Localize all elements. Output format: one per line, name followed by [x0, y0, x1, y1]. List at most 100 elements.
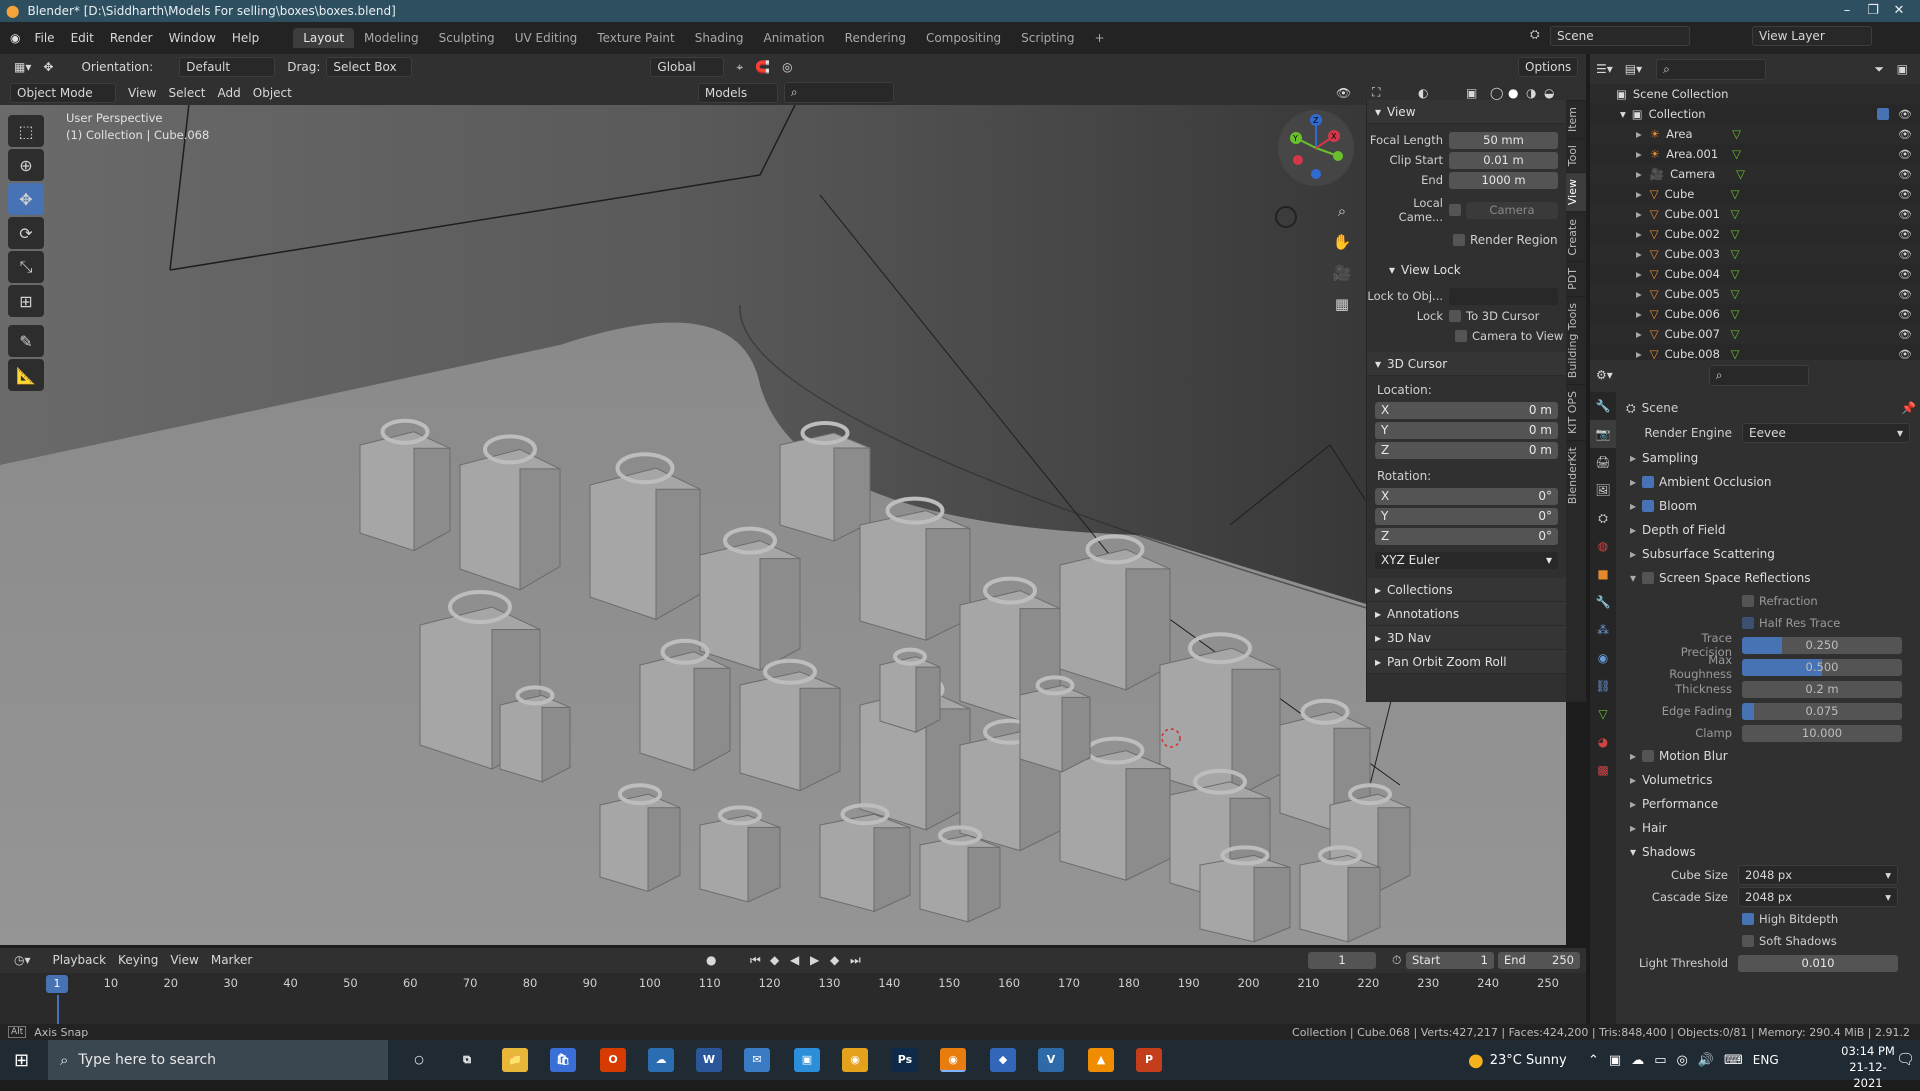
overlay-toggle-icon[interactable]: ◐: [1412, 84, 1434, 102]
pin-icon[interactable]: 📌: [1901, 401, 1916, 415]
scene-selector[interactable]: Scene: [1550, 26, 1690, 46]
photoshop-icon[interactable]: Ps: [892, 1048, 918, 1072]
eye-icon[interactable]: 👁: [1898, 128, 1912, 141]
editor-type-icon[interactable]: ▦▾: [8, 58, 37, 76]
tray-chevron-icon[interactable]: ⌃: [1588, 1053, 1599, 1068]
expand-arrow-icon[interactable]: ▸: [1636, 247, 1642, 261]
render-section-header[interactable]: ▸ Hair: [1626, 816, 1916, 840]
mail-icon[interactable]: ✉: [744, 1048, 770, 1072]
cursor-location-z[interactable]: Z0 m: [1375, 441, 1558, 459]
expand-arrow-icon[interactable]: ▸: [1636, 347, 1642, 361]
expand-arrow-icon[interactable]: ▸: [1636, 267, 1642, 281]
outliner-item[interactable]: ▸ ▽ Cube.001 ▽ 👁: [1590, 204, 1920, 224]
tab-shading[interactable]: Shading: [685, 28, 754, 48]
menu-view[interactable]: View: [122, 84, 162, 102]
menu-window[interactable]: Window: [161, 31, 224, 45]
record-icon[interactable]: ●: [700, 951, 722, 969]
transform-tool-icon[interactable]: ✥: [37, 58, 59, 76]
add-workspace-icon[interactable]: +: [1085, 28, 1115, 48]
outliner-item[interactable]: ▸ ▽ Cube.002 ▽ 👁: [1590, 224, 1920, 244]
tool-props-icon[interactable]: 🔧: [1590, 392, 1616, 420]
view-lock-header[interactable]: ▾ View Lock: [1367, 260, 1566, 280]
proportional-edit-icon[interactable]: ◎: [776, 58, 798, 76]
models-dropdown[interactable]: Models: [697, 82, 778, 103]
menu-file[interactable]: File: [26, 31, 62, 45]
properties-type-icon[interactable]: ⚙▾: [1590, 366, 1619, 384]
tab-rendering[interactable]: Rendering: [835, 28, 916, 48]
clip-end-field[interactable]: 1000 m: [1449, 171, 1558, 189]
render-section-header[interactable]: ▸ Subsurface Scattering: [1626, 542, 1916, 566]
battery-icon[interactable]: ▭: [1654, 1053, 1666, 1068]
weather-widget[interactable]: ● 23°C Sunny: [1468, 1040, 1567, 1080]
network-icon[interactable]: ◎: [1677, 1053, 1688, 1068]
refraction-checkbox[interactable]: [1742, 595, 1754, 607]
menu-help[interactable]: Help: [224, 31, 267, 45]
tab-compositing[interactable]: Compositing: [916, 28, 1011, 48]
expand-arrow-icon[interactable]: ▸: [1636, 187, 1642, 201]
task-view-icon[interactable]: ⧉: [454, 1048, 480, 1072]
tab-pdt[interactable]: PDT: [1566, 261, 1586, 296]
render-section-header[interactable]: ▸ Bloom: [1626, 494, 1916, 518]
eye-icon[interactable]: 👁: [1898, 328, 1912, 341]
3d-cursor-panel-header[interactable]: ▾ 3D Cursor: [1367, 352, 1566, 376]
ssr-slider[interactable]: 0.075: [1742, 702, 1902, 720]
tab-building-tools[interactable]: Building Tools: [1566, 295, 1586, 385]
taskbar-search-input[interactable]: ⌕ Type here to search: [48, 1040, 388, 1080]
tray-app-icon[interactable]: ▣: [1609, 1053, 1621, 1068]
tab-scripting[interactable]: Scripting: [1011, 28, 1084, 48]
section-checkbox[interactable]: [1642, 750, 1655, 762]
ssr-slider[interactable]: 0.500: [1742, 658, 1902, 676]
timeline-area[interactable]: [0, 995, 1586, 1024]
zoom-icon[interactable]: ⌕: [1331, 196, 1353, 227]
view-layer-props-icon[interactable]: 🖼: [1590, 476, 1616, 504]
vlc-icon[interactable]: ▲: [1088, 1048, 1114, 1072]
blender-taskbar-icon[interactable]: ◉: [940, 1048, 966, 1072]
end-frame-field[interactable]: End 250: [1498, 952, 1580, 969]
ssr-slider[interactable]: 0.2 m: [1742, 680, 1902, 698]
next-keyframe-icon[interactable]: ◆: [824, 951, 845, 969]
render-props-icon[interactable]: 📷: [1590, 420, 1616, 448]
filter-icon[interactable]: ⏷: [1868, 60, 1890, 79]
clip-start-field[interactable]: 0.01 m: [1449, 151, 1558, 169]
camera-view-icon[interactable]: 🎥: [1331, 258, 1353, 289]
display-mode-icon[interactable]: ▤▾: [1619, 60, 1648, 78]
to-3d-cursor-checkbox[interactable]: [1449, 310, 1461, 322]
light-threshold-field[interactable]: 0.010: [1738, 954, 1898, 972]
cursor-location-x[interactable]: X0 m: [1375, 401, 1558, 419]
tab-sculpting[interactable]: Sculpting: [429, 28, 505, 48]
store-icon[interactable]: 🛍: [550, 1048, 576, 1072]
particles-props-icon[interactable]: ⁂: [1590, 616, 1616, 644]
view-panel-header[interactable]: ▾ View: [1367, 100, 1566, 124]
scale-tool-icon[interactable]: ⤡: [8, 251, 44, 283]
frame-ruler[interactable]: 1 10 20 30 40 50 60 70 80 90 100 110 120 130 140 150 16…: [0, 973, 1586, 995]
chrome-icon[interactable]: ◉: [842, 1048, 868, 1072]
cursor-rotation-z[interactable]: Z 0°: [1375, 527, 1558, 545]
render-section-header[interactable]: ▸ Sampling: [1626, 446, 1916, 470]
snap-icon[interactable]: 🧲: [749, 58, 776, 76]
outliner-item[interactable]: ▸ ▽ Cube.004 ▽ 👁: [1590, 264, 1920, 284]
transform-orientation-dropdown[interactable]: Global: [650, 57, 725, 77]
annotate-tool-icon[interactable]: ✎: [8, 325, 44, 357]
cascade-size-dropdown[interactable]: 2048 px ▾: [1738, 887, 1898, 907]
word-icon[interactable]: W: [696, 1048, 722, 1072]
pan-orbit-zoom-roll-panel-header[interactable]: ▸ Pan Orbit Zoom Roll: [1367, 650, 1566, 674]
menu-select[interactable]: Select: [162, 84, 211, 102]
collection-include-checkbox[interactable]: [1877, 108, 1889, 120]
cube-size-dropdown[interactable]: 2048 px ▾: [1738, 865, 1898, 885]
outliner-item[interactable]: ▸ ▽ Cube.003 ▽ 👁: [1590, 244, 1920, 264]
outliner-item[interactable]: ▸ ▽ Cube.005 ▽ 👁: [1590, 284, 1920, 304]
eye-icon[interactable]: 👁: [1898, 108, 1912, 121]
tab-view[interactable]: View: [1566, 172, 1586, 212]
pan-hand-icon[interactable]: ✋: [1331, 227, 1353, 258]
render-section-header[interactable]: ▸ Performance: [1626, 792, 1916, 816]
timeline-type-icon[interactable]: ◷▾: [8, 951, 37, 969]
preview-range-icon[interactable]: ⏱: [1386, 951, 1407, 970]
world-props-icon[interactable]: ◍: [1590, 532, 1616, 560]
play-icon[interactable]: ▶: [804, 951, 825, 969]
render-region-checkbox[interactable]: [1453, 234, 1465, 246]
render-section-header[interactable]: ▸ Motion Blur: [1626, 744, 1916, 768]
ssr-slider[interactable]: 10.000: [1742, 724, 1902, 742]
expand-arrow-icon[interactable]: ▸: [1636, 287, 1642, 301]
rotate-tool-icon[interactable]: ⟳: [8, 217, 44, 249]
section-checkbox[interactable]: [1642, 476, 1655, 488]
